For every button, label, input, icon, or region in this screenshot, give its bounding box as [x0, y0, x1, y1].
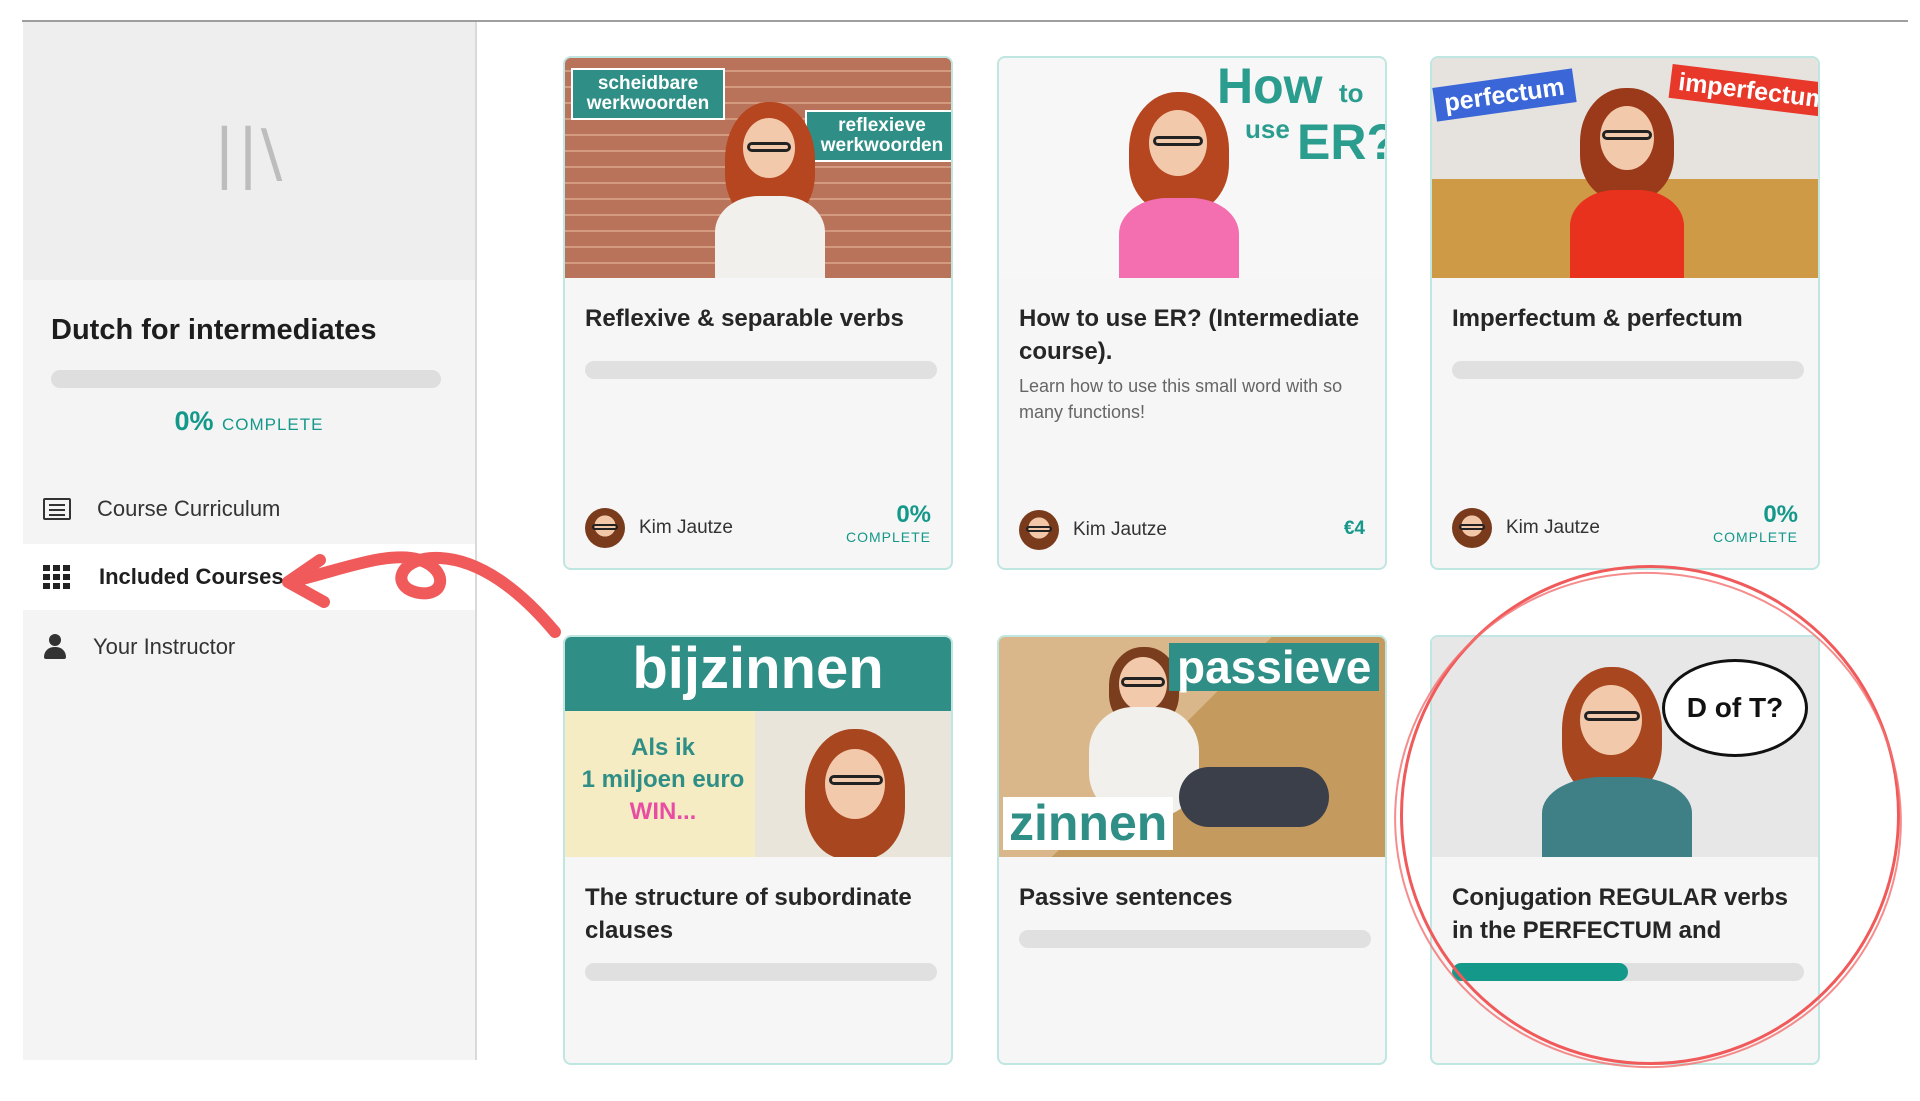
- status-percent: 0%: [1763, 501, 1798, 528]
- thumbnail-text: scheidbare werkwoorden: [571, 68, 725, 120]
- library-icon: ||\: [213, 117, 285, 191]
- course-title: How to use ER? (Intermediate course).: [1019, 305, 1360, 365]
- author-name: Kim Jautze: [1073, 519, 1167, 540]
- course-card[interactable]: passieve zinnen Passive sentences: [997, 635, 1387, 1065]
- thumbnail-text: to: [1339, 78, 1364, 108]
- course-progress-bar: [1452, 361, 1804, 379]
- course-status: 0% COMPLETE: [846, 501, 931, 545]
- list-icon: [43, 498, 71, 520]
- course-title: Passive sentences: [1019, 884, 1233, 911]
- grid-icon: [43, 565, 73, 589]
- course-card[interactable]: How to use ER? How to use ER? (Intermedi…: [997, 56, 1387, 570]
- author: Kim Jautze: [1019, 510, 1167, 550]
- thumbnail-text: WIN...: [629, 798, 697, 825]
- course-progress-percent: 0%: [174, 406, 214, 436]
- course-progress-bar: [585, 963, 937, 981]
- course-price: €4: [1343, 518, 1365, 539]
- course-card[interactable]: scheidbare werkwoorden reflexieve werkwo…: [563, 56, 953, 570]
- thumbnail-text: use: [1245, 114, 1290, 144]
- course-title: Reflexive & separable verbs: [585, 305, 904, 332]
- thumbnail-person: [1562, 86, 1692, 278]
- status-percent: 0%: [896, 501, 931, 528]
- thumbnail-text: perfectum: [1432, 68, 1577, 122]
- thumbnail-text: 1 miljoen euro: [581, 766, 745, 793]
- course-card[interactable]: perfectum imperfectum Imperfectum & perf…: [1430, 56, 1820, 570]
- author-name: Kim Jautze: [1506, 517, 1600, 538]
- status-label: COMPLETE: [1712, 529, 1798, 545]
- course-progress-label: COMPLETE: [221, 415, 324, 434]
- course-title: The structure of subordinate clauses: [585, 884, 912, 944]
- course-progress-bar: [51, 370, 441, 388]
- nav-label: Course Curriculum: [97, 496, 281, 521]
- course-thumbnail: perfectum imperfectum: [1432, 58, 1818, 278]
- author: Kim Jautze: [1452, 508, 1600, 548]
- thumbnail-text: bijzinnen: [632, 637, 884, 701]
- thumbnail-person: [715, 98, 825, 278]
- thumbnail-text: zinnen: [1003, 797, 1174, 850]
- course-thumbnail: bijzinnen Als ik 1 miljoen euro WIN...: [565, 637, 951, 857]
- course-thumbnail: How to use ER?: [999, 58, 1385, 278]
- course-card[interactable]: bijzinnen Als ik 1 miljoen euro WIN... T…: [563, 635, 953, 1065]
- thumbnail-text: ER?: [1297, 114, 1385, 170]
- course-title: Imperfectum & perfectum: [1452, 305, 1743, 332]
- course-title: Dutch for intermediates: [51, 314, 377, 346]
- course-progress-bar: [1019, 930, 1371, 948]
- course-subtitle: Learn how to use this small word with so…: [1019, 376, 1343, 422]
- author-avatar: [585, 508, 625, 548]
- course-thumbnail: passieve zinnen: [999, 637, 1385, 857]
- annotation-arrow: [282, 551, 561, 638]
- course-status: 0% COMPLETE: [1713, 501, 1798, 545]
- thumbnail-person: [1109, 88, 1249, 278]
- thumbnail-person: [755, 711, 951, 857]
- thumbnail-text: Als ik: [630, 734, 696, 761]
- nav-label: Your Instructor: [93, 634, 236, 659]
- author: Kim Jautze: [585, 508, 733, 548]
- course-progress-bar: [585, 361, 937, 379]
- author-avatar: [1452, 508, 1492, 548]
- course-progress-text: 0% COMPLETE: [23, 406, 475, 437]
- thumbnail-text: passieve: [1169, 643, 1380, 691]
- nav-label: Included Courses: [99, 564, 284, 589]
- thumbnail-text: reflexieve werkwoorden: [805, 110, 951, 162]
- status-label: COMPLETE: [845, 529, 931, 545]
- author-avatar: [1019, 510, 1059, 550]
- course-logo: ||\: [23, 22, 475, 280]
- course-thumbnail: scheidbare werkwoorden reflexieve werkwo…: [565, 58, 951, 278]
- thumbnail-text: How: [1217, 58, 1323, 114]
- user-icon: [43, 634, 67, 660]
- author-name: Kim Jautze: [639, 517, 733, 538]
